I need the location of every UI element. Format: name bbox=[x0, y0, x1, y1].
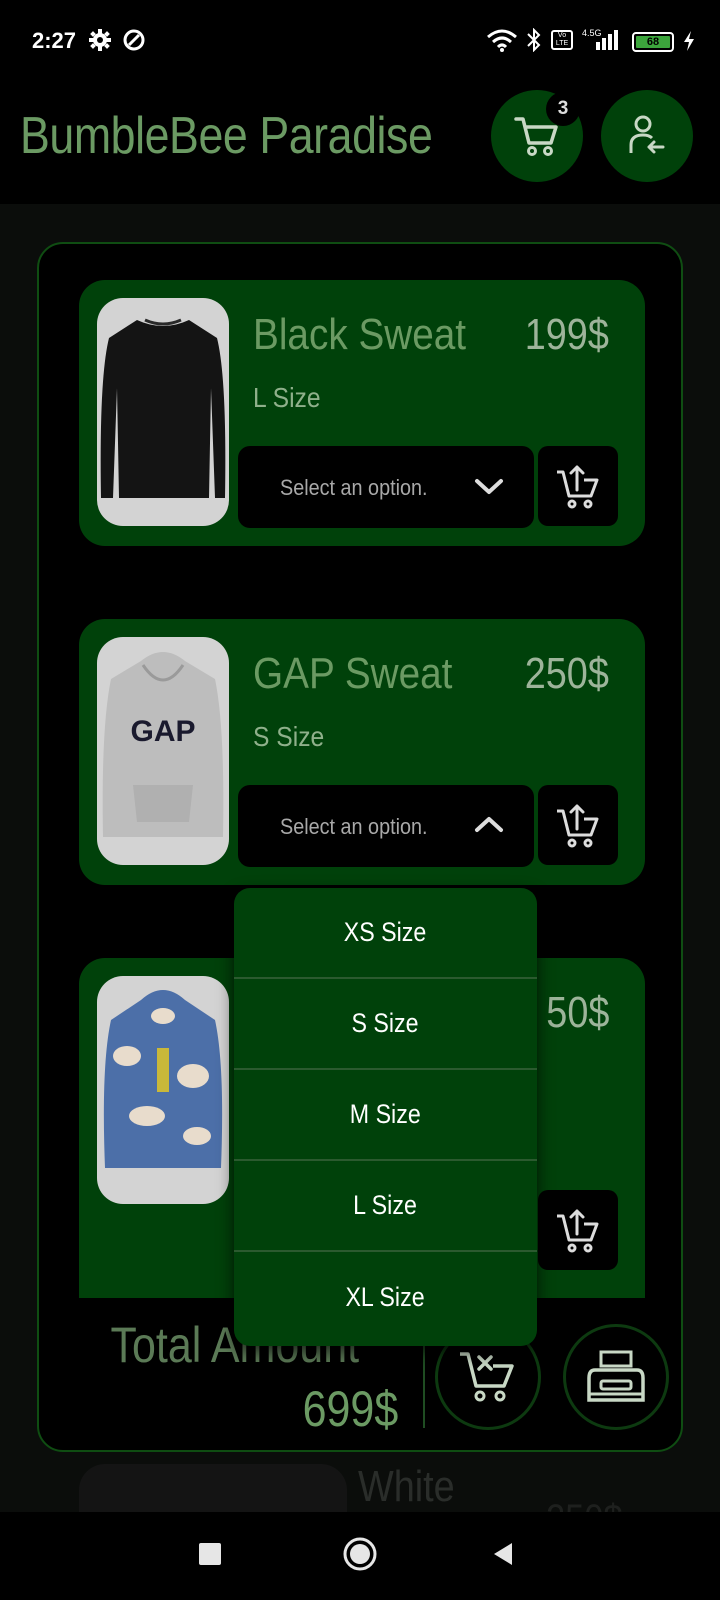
settings-gear-icon bbox=[89, 29, 111, 51]
cash-register-icon bbox=[587, 1350, 645, 1402]
product-price: 50$ bbox=[545, 988, 609, 1037]
product-name: GAP Sweat bbox=[253, 649, 453, 698]
product-name: Black Sweat bbox=[253, 310, 467, 359]
size-select[interactable]: Select an option. bbox=[238, 785, 534, 867]
back-triangle-icon bbox=[494, 1543, 512, 1565]
total-amount-value: 699$ bbox=[302, 1381, 398, 1437]
data-saver-icon bbox=[123, 29, 145, 51]
size-option[interactable]: XS Size bbox=[234, 888, 537, 979]
home-circle-icon bbox=[343, 1537, 377, 1571]
system-navigation-bar bbox=[0, 1512, 720, 1600]
wifi-icon bbox=[487, 29, 517, 52]
size-option[interactable]: M Size bbox=[234, 1070, 537, 1161]
update-cart-button[interactable] bbox=[538, 1190, 618, 1270]
status-bar: 2:27 Vo LTE 4.5G 68 bbox=[0, 0, 720, 80]
cart-count-badge: 3 bbox=[546, 92, 580, 126]
home-button[interactable] bbox=[342, 1536, 378, 1572]
product-size: S Size bbox=[253, 721, 325, 752]
bluetooth-icon bbox=[527, 28, 541, 52]
size-option[interactable]: S Size bbox=[234, 979, 537, 1070]
charging-icon bbox=[684, 31, 694, 51]
svg-text:GAP: GAP bbox=[130, 715, 195, 748]
product-price: 199$ bbox=[524, 310, 609, 359]
battery-icon: 68 bbox=[632, 32, 674, 52]
size-select[interactable]: Select an option. bbox=[238, 446, 534, 528]
cart-remove-icon bbox=[460, 1352, 514, 1402]
cart-item-card: Black Sweat 199$ L Size Select an option… bbox=[79, 280, 645, 546]
size-select-placeholder: Select an option. bbox=[280, 475, 428, 500]
signal-icon bbox=[596, 30, 618, 50]
cart-item-card: GAP GAP Sweat 250$ S Size Select an opti… bbox=[79, 619, 645, 885]
checkout-button[interactable] bbox=[563, 1324, 669, 1430]
product-size: L Size bbox=[253, 382, 321, 413]
product-image bbox=[97, 976, 229, 1204]
size-option[interactable]: XL Size bbox=[234, 1252, 537, 1343]
size-dropdown-menu: XS Size S Size M Size L Size XL Size bbox=[234, 888, 537, 1346]
account-button[interactable] bbox=[601, 90, 693, 182]
app-title: BumbleBee Paradise bbox=[20, 107, 433, 165]
update-cart-button[interactable] bbox=[538, 446, 618, 526]
product-name: White bbox=[358, 1462, 455, 1511]
user-logout-icon bbox=[629, 115, 665, 154]
battery-level: 68 bbox=[636, 36, 670, 48]
product-price: 250$ bbox=[546, 1497, 623, 1513]
product-price: 250$ bbox=[524, 649, 609, 698]
back-button[interactable] bbox=[490, 1540, 518, 1568]
volte-icon: Vo LTE bbox=[551, 30, 573, 50]
chevron-up-icon bbox=[475, 817, 503, 832]
cart-upload-icon bbox=[557, 804, 599, 848]
cart-upload-icon bbox=[557, 1209, 599, 1253]
cart-upload-icon bbox=[557, 465, 599, 509]
product-image: GAP bbox=[97, 637, 229, 865]
size-select-placeholder: Select an option. bbox=[280, 814, 428, 839]
size-option[interactable]: L Size bbox=[234, 1161, 537, 1252]
update-cart-button[interactable] bbox=[538, 785, 618, 865]
recents-button[interactable] bbox=[196, 1540, 224, 1568]
chevron-down-icon bbox=[475, 479, 503, 494]
status-time: 2:27 bbox=[32, 28, 77, 53]
square-icon bbox=[199, 1543, 221, 1565]
product-image bbox=[97, 298, 229, 526]
